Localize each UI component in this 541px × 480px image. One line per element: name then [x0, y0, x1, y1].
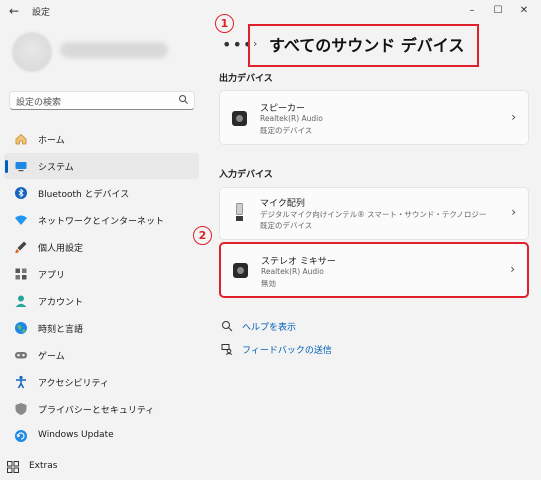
home-icon [15, 133, 27, 145]
device-card-stereo-mixer[interactable]: ステレオ ミキサー Realtek(R) Audio 無効 › [219, 242, 529, 298]
device-driver: Realtek(R) Audio [261, 267, 324, 276]
network-icon [15, 215, 27, 225]
device-status: 既定のデバイス [260, 221, 313, 230]
sidebar-item-label: ホーム [38, 136, 65, 146]
globe-icon [15, 322, 27, 334]
speaker-icon [232, 111, 247, 126]
sidebar-item-bluetooth[interactable]: Bluetooth とデバイス [4, 180, 199, 206]
chevron-right-icon: › [510, 262, 515, 276]
sidebar-item-system[interactable]: システム [4, 153, 199, 179]
chevron-right-icon: › [511, 205, 516, 219]
avatar [12, 32, 52, 72]
chevron-right-icon: › [511, 110, 516, 124]
sidebar-item-accessibility[interactable]: アクセシビリティ [4, 369, 199, 395]
device-card-speaker[interactable]: スピーカー Realtek(R) Audio 既定のデバイス › [219, 90, 529, 145]
maximize-button[interactable]: ☐ [486, 1, 510, 21]
selection-indicator [5, 160, 8, 173]
app-title: 設定 [32, 8, 51, 18]
sidebar-item-label: Extras [29, 461, 58, 471]
sidebar-item-windows-update[interactable]: Windows Update [4, 423, 199, 449]
device-card-microphone-array[interactable]: マイク配列 デジタルマイク向けインテル® スマート・サウンド・テクノロジー 既定… [219, 187, 529, 240]
title-bar: ← 設定 – ☐ ✕ [0, 0, 541, 24]
speaker-icon [233, 263, 248, 278]
sidebar-item-label: アカウント [38, 298, 84, 308]
device-name: ステレオ ミキサー [261, 257, 336, 267]
sidebar-item-label: Bluetooth とデバイス [38, 190, 130, 200]
device-name: マイク配列 [260, 199, 305, 209]
extras-icon [7, 461, 19, 473]
sidebar-item-home[interactable]: ホーム [4, 126, 199, 152]
user-name-blurred [60, 42, 168, 58]
sidebar-item-label: プライバシーとセキュリティ [38, 406, 155, 416]
annotation-marker-1: 1 [215, 14, 234, 33]
output-devices-heading: 出力デバイス [219, 74, 273, 84]
input-devices-heading: 入力デバイス [219, 170, 273, 180]
minimize-button[interactable]: – [460, 1, 484, 21]
device-driver: デジタルマイク向けインテル® スマート・サウンド・テクノロジー [260, 210, 487, 219]
help-link-text[interactable]: ヘルプを表示 [242, 320, 296, 333]
sidebar-item-label: アプリ [38, 271, 66, 281]
chevron-right-icon: › [253, 37, 258, 50]
device-driver: Realtek(R) Audio [260, 114, 323, 123]
feedback-icon [221, 344, 233, 355]
annotation-marker-2: 2 [193, 226, 212, 245]
sidebar-item-apps[interactable]: アプリ [4, 261, 199, 287]
sidebar-item-privacy-security[interactable]: プライバシーとセキュリティ [4, 396, 199, 422]
search-input[interactable]: 設定の検索 [9, 91, 195, 110]
gamepad-icon [15, 352, 27, 359]
sidebar-item-label: システム [38, 163, 74, 173]
device-status: 既定のデバイス [260, 126, 313, 135]
sidebar-item-label: 時刻と言語 [38, 325, 84, 335]
search-placeholder: 設定の検索 [16, 98, 62, 108]
device-name: スピーカー [260, 104, 306, 114]
sidebar-item-gaming[interactable]: ゲーム [4, 342, 199, 368]
accessibility-icon [16, 375, 26, 389]
bluetooth-icon [15, 187, 27, 199]
sidebar-item-network[interactable]: ネットワークとインターネット [4, 207, 199, 233]
sidebar-item-extras[interactable]: Extras [0, 454, 195, 480]
feedback-link-text[interactable]: フィードバックの送信 [242, 343, 332, 356]
sidebar-item-label: ゲーム [38, 352, 65, 362]
back-arrow-icon[interactable]: ← [9, 4, 19, 18]
sidebar-item-label: ネットワークとインターネット [38, 217, 165, 227]
system-icon [15, 162, 27, 172]
help-icon [222, 321, 233, 332]
microphone-icon [236, 203, 243, 221]
device-status: 無効 [261, 279, 276, 288]
sidebar-item-personalization[interactable]: 個人用設定 [4, 234, 199, 260]
sidebar-item-label: Windows Update [38, 430, 114, 440]
page-title: すべてのサウンド デバイス [269, 36, 465, 55]
update-icon [15, 430, 27, 442]
sidebar-item-label: 個人用設定 [38, 244, 84, 254]
sidebar-item-accounts[interactable]: アカウント [4, 288, 199, 314]
account-icon [15, 295, 27, 307]
sidebar-item-label: アクセシビリティ [38, 379, 110, 389]
search-icon [179, 95, 189, 105]
brush-icon [15, 241, 27, 254]
close-button[interactable]: ✕ [512, 1, 536, 21]
sidebar-item-time-language[interactable]: 時刻と言語 [4, 315, 199, 341]
user-profile[interactable] [10, 30, 200, 76]
shield-icon [15, 403, 27, 415]
apps-icon [15, 268, 27, 280]
